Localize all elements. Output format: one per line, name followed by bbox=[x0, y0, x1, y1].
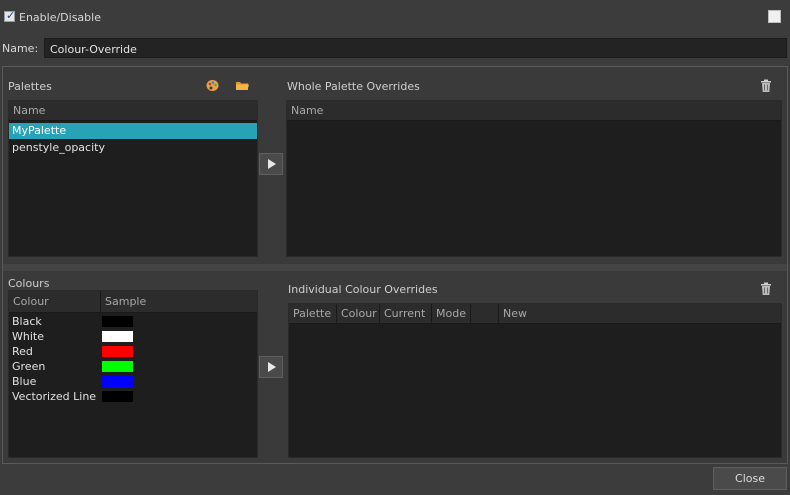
list-item[interactable]: MyPalette bbox=[9, 123, 257, 139]
enable-label: Enable/Disable bbox=[19, 11, 101, 24]
colour-row-red[interactable]: Red bbox=[9, 344, 257, 359]
palettes-list-header: Name bbox=[9, 101, 257, 121]
folder-icon[interactable] bbox=[236, 80, 249, 91]
name-label: Name: bbox=[2, 42, 39, 55]
colour-name: Black bbox=[12, 315, 42, 328]
column-header-name[interactable]: Name bbox=[9, 101, 257, 121]
close-button[interactable]: Close bbox=[713, 467, 787, 490]
colour-swatch bbox=[102, 346, 133, 357]
column-header-current[interactable]: Current bbox=[380, 304, 432, 324]
palette-icon[interactable] bbox=[206, 79, 219, 92]
list-item[interactable]: penstyle_opacity bbox=[9, 140, 257, 156]
colour-row-green[interactable]: Green bbox=[9, 359, 257, 374]
colour-row-white[interactable]: White bbox=[9, 329, 257, 344]
individual-colour-overrides-header: Palette Colour Current Mode New bbox=[289, 304, 781, 324]
colour-swatch bbox=[102, 376, 133, 387]
play-arrow-icon bbox=[268, 362, 276, 372]
column-header-colour[interactable]: Colour bbox=[9, 291, 101, 313]
column-header-blank[interactable] bbox=[471, 304, 499, 324]
section-divider bbox=[3, 264, 787, 271]
column-header-colour[interactable]: Colour bbox=[337, 304, 380, 324]
play-arrow-icon bbox=[268, 159, 276, 169]
colour-row-vectorized-line[interactable]: Vectorized Line bbox=[9, 389, 257, 404]
colour-swatch bbox=[102, 316, 133, 327]
column-header-mode[interactable]: Mode bbox=[432, 304, 471, 324]
add-palette-override-button[interactable] bbox=[259, 153, 283, 175]
individual-colour-overrides-label: Individual Colour Overrides bbox=[288, 283, 438, 296]
whole-palette-overrides-list[interactable]: Name bbox=[286, 100, 782, 257]
colour-swatch bbox=[102, 361, 133, 372]
colours-list[interactable]: Colour Sample Black White Red Green Blue… bbox=[8, 290, 258, 458]
enable-checkbox[interactable]: ✓ bbox=[4, 9, 16, 22]
colour-row-black[interactable]: Black bbox=[9, 314, 257, 329]
colour-row-blue[interactable]: Blue bbox=[9, 374, 257, 389]
colour-name: White bbox=[12, 330, 44, 343]
whole-palette-overrides-header: Name bbox=[287, 101, 781, 121]
column-header-name[interactable]: Name bbox=[287, 101, 781, 121]
colours-list-header: Colour Sample bbox=[9, 291, 257, 313]
palettes-list[interactable]: Name MyPalette penstyle_opacity bbox=[8, 100, 258, 257]
whole-palette-overrides-label: Whole Palette Overrides bbox=[287, 80, 420, 93]
add-colour-override-button[interactable] bbox=[259, 356, 283, 378]
name-field[interactable]: Colour-Override bbox=[44, 38, 787, 58]
checkmark-icon: ✓ bbox=[6, 9, 16, 22]
individual-colour-overrides-table[interactable]: Palette Colour Current Mode New bbox=[288, 303, 782, 458]
colour-name: Blue bbox=[12, 375, 37, 388]
column-header-new[interactable]: New bbox=[499, 304, 781, 324]
column-header-palette[interactable]: Palette bbox=[289, 304, 337, 324]
colour-name: Vectorized Line bbox=[12, 390, 97, 403]
colour-name: Red bbox=[12, 345, 33, 358]
top-right-checkbox[interactable] bbox=[768, 10, 781, 23]
column-header-sample[interactable]: Sample bbox=[101, 291, 257, 313]
colour-swatch bbox=[102, 331, 133, 342]
trash-icon[interactable] bbox=[760, 282, 772, 296]
palettes-label: Palettes bbox=[8, 80, 52, 93]
trash-icon[interactable] bbox=[760, 79, 772, 93]
colour-name: Green bbox=[12, 360, 46, 373]
colour-swatch bbox=[102, 391, 133, 402]
colours-label: Colours bbox=[8, 277, 50, 290]
